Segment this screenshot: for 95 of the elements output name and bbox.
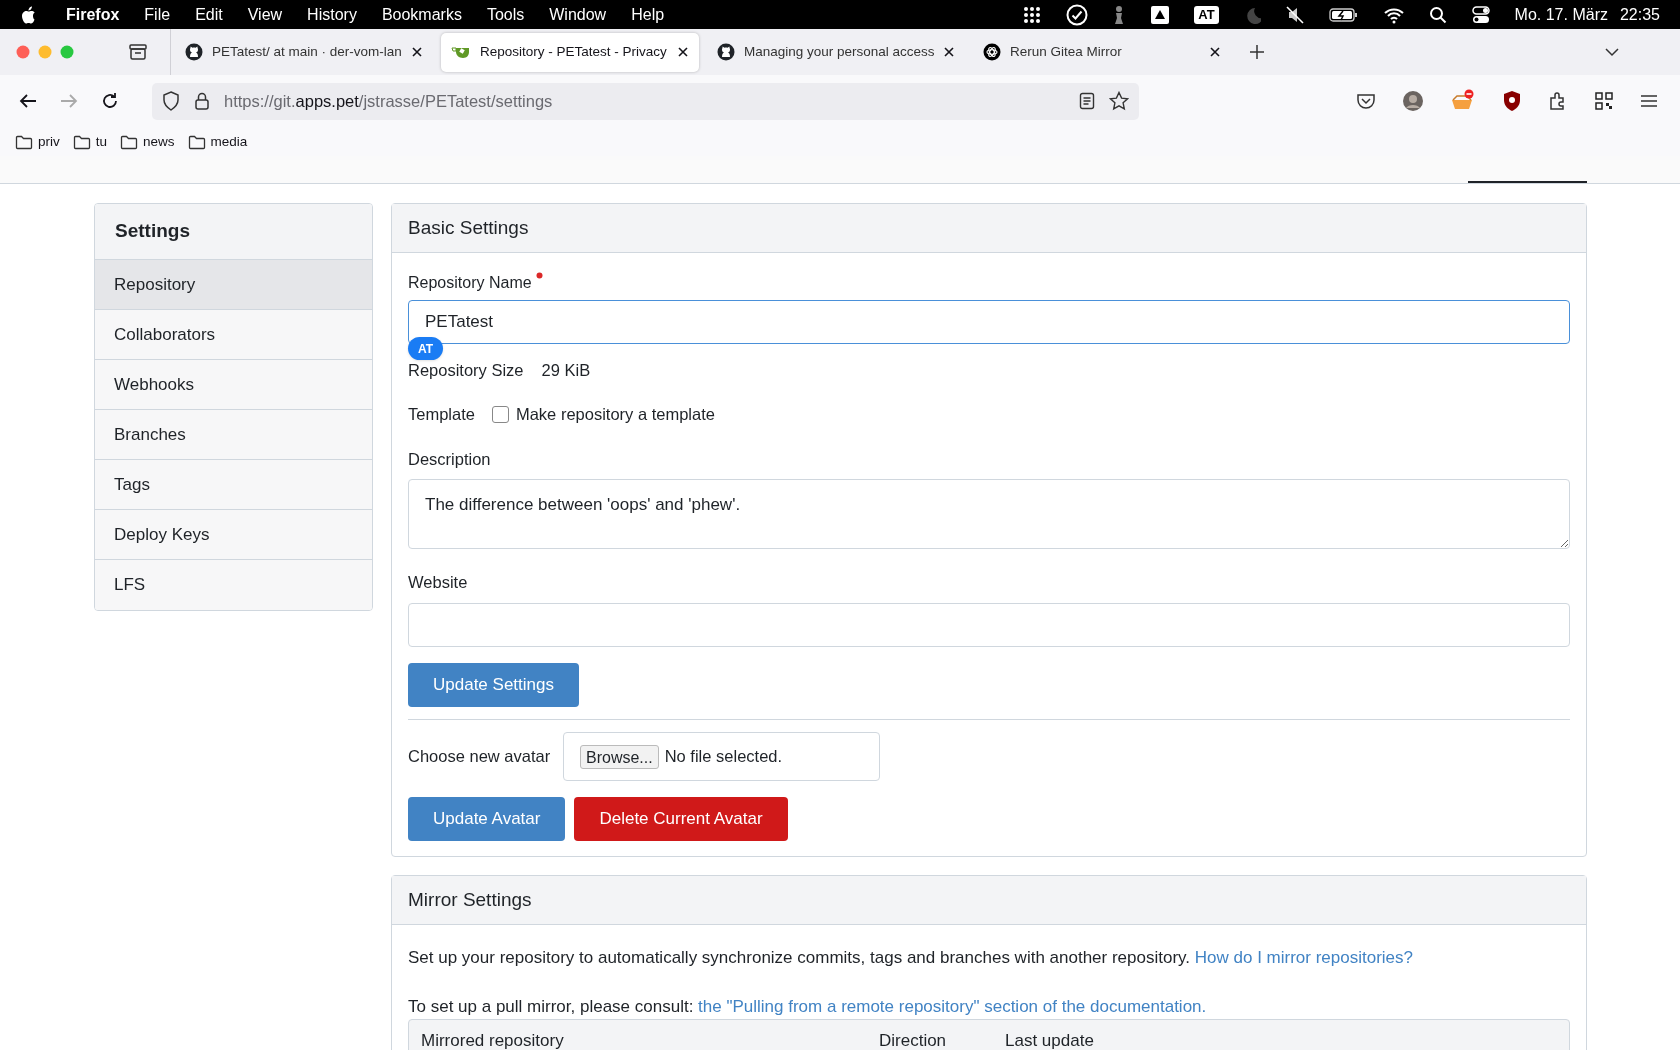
- file-status: No file selected.: [664, 746, 783, 768]
- intro-text: Set up your repository to automatically synchronize commits, tags and branches with another repository. How do I mirror repositories?: [408, 947, 1415, 969]
- tab-tray-icon[interactable]: [128, 42, 148, 62]
- folder-icon: [72, 134, 91, 151]
- field-label: Repository Size: [408, 360, 524, 381]
- sidebar-item[interactable]: Deploy Keys: [95, 510, 372, 560]
- website-field[interactable]: [408, 603, 1570, 647]
- shield-badge-icon[interactable]: [1502, 90, 1522, 112]
- card-title: Mirror Settings: [392, 876, 1586, 925]
- docs-link[interactable]: the "Pulling from a remote repository" section of the documentation.: [698, 996, 1207, 1016]
- toggles-icon[interactable]: [1470, 4, 1491, 25]
- browser-tab[interactable]: Rerun Gitea Mirror: [973, 32, 1231, 72]
- sidebar-title: Settings: [95, 204, 372, 260]
- qr-code-icon[interactable]: [1594, 91, 1614, 111]
- plus-icon[interactable]: [1249, 44, 1265, 60]
- reload-icon[interactable]: [100, 91, 120, 111]
- card-title: Basic Settings: [392, 204, 1586, 253]
- column-header: Mirrored repository: [421, 1030, 565, 1050]
- size-value: 29 KiB: [541, 360, 591, 381]
- sidebar-item[interactable]: Webhooks: [95, 360, 372, 410]
- browser-tab[interactable]: Managing your personal access: [707, 32, 965, 72]
- folder-icon: [15, 134, 33, 151]
- field-label: Repository Name: [408, 273, 532, 293]
- checkbox[interactable]: [491, 405, 509, 423]
- circle-logo-icon: [717, 43, 735, 61]
- instruction-text: To set up a pull mirror, please consult: the "Pulling from a remote repository" section of the documentation.: [408, 995, 1208, 1018]
- file-field[interactable]: Browse... No file selected.: [563, 732, 880, 781]
- folder-icon: [187, 134, 206, 151]
- check-circle-icon[interactable]: [1066, 3, 1089, 26]
- battery-icon[interactable]: [1328, 6, 1359, 23]
- url-text: https://git.apps.pet/jstrasse/PETatest/settings: [224, 90, 553, 112]
- field-label: Website: [408, 572, 469, 594]
- column-header: Direction: [879, 1030, 948, 1050]
- overlay-badge[interactable]: AT: [408, 337, 443, 360]
- browser-tab[interactable]: PETatest/ at main · der-vom-lan: [175, 32, 433, 72]
- update-settings-button[interactable]: Update Settings: [408, 663, 579, 707]
- close-icon[interactable]: [411, 46, 423, 58]
- search-icon[interactable]: [1428, 5, 1447, 24]
- knot-logo-icon: [983, 43, 1001, 61]
- menu-item[interactable]: Edit: [195, 2, 223, 27]
- tab-title: Repository - PETatest - Privacy: [480, 42, 668, 61]
- wifi-icon[interactable]: [1382, 5, 1405, 24]
- muted-speaker-icon[interactable]: [1284, 4, 1305, 25]
- tab-title: Managing your personal access: [744, 42, 934, 61]
- tab-title: Rerun Gitea Mirror: [1010, 42, 1123, 61]
- delete-avatar-button[interactable]: Delete Current Avatar: [574, 797, 788, 841]
- bookmark-folder[interactable]: news: [120, 132, 175, 153]
- description-field[interactable]: The difference between 'oops' and 'phew'.: [408, 479, 1570, 550]
- close-icon[interactable]: [1209, 46, 1221, 58]
- update-avatar-button[interactable]: Update Avatar: [408, 797, 566, 841]
- sidebar-item[interactable]: Branches: [95, 410, 372, 460]
- bookmark-folder[interactable]: media: [187, 132, 248, 153]
- bookmark-folder[interactable]: priv: [15, 132, 60, 153]
- bookmark-folder[interactable]: tu: [72, 132, 108, 153]
- lock-icon: [194, 91, 210, 111]
- star-icon[interactable]: [1109, 91, 1129, 111]
- sidebar-item[interactable]: Repository: [95, 260, 372, 310]
- column-header: Last update: [1005, 1030, 1094, 1050]
- sidebar-item[interactable]: Collaborators: [95, 310, 372, 360]
- sidebar-item[interactable]: Tags: [95, 460, 372, 510]
- field-label: Description: [408, 448, 492, 470]
- docs-link[interactable]: How do I mirror repositories?: [1194, 948, 1414, 967]
- shield-icon: [162, 91, 180, 111]
- avatar-icon[interactable]: [1402, 90, 1424, 112]
- window-control-icon[interactable]: [16, 45, 30, 59]
- date-text: Mo. 17. März: [1514, 4, 1608, 25]
- close-icon[interactable]: [677, 46, 689, 58]
- reader-view-icon[interactable]: [1079, 92, 1095, 110]
- field-label: Choose new avatar: [408, 746, 552, 768]
- close-icon[interactable]: [943, 46, 955, 58]
- browser-tab[interactable]: Repository - PETatest - Privacy: [441, 32, 699, 72]
- tab-title: PETatest/ at main · der-vom-lan: [212, 42, 402, 61]
- address-bar[interactable]: https://git.apps.pet/jstrasse/PETatest/settings: [152, 82, 1139, 120]
- menu-item[interactable]: Help: [631, 2, 665, 27]
- dots-grid-icon[interactable]: [1022, 4, 1043, 25]
- time-text: 22:35: [1619, 4, 1660, 25]
- browse-button[interactable]: Browse...: [580, 744, 659, 769]
- name-field[interactable]: PETatest: [408, 300, 1570, 344]
- menu-icon[interactable]: [1640, 93, 1658, 109]
- menu-item[interactable]: View: [247, 2, 283, 27]
- menu-item[interactable]: History: [307, 2, 357, 27]
- menu-item[interactable]: Tools: [486, 2, 525, 27]
- menu-item[interactable]: File: [144, 2, 171, 27]
- app-menu[interactable]: Firefox: [66, 2, 120, 27]
- circle-logo-icon: [185, 43, 203, 61]
- teacup-icon: [451, 44, 471, 60]
- apple-icon[interactable]: [20, 4, 38, 25]
- status-badge[interactable]: AT: [1194, 5, 1219, 24]
- sidebar-item[interactable]: LFS: [95, 560, 372, 610]
- checkbox-label[interactable]: Make repository a template: [515, 401, 715, 427]
- field-label: Template: [408, 403, 475, 425]
- menu-item[interactable]: Bookmarks: [381, 2, 462, 27]
- folder-icon: [120, 134, 139, 151]
- pocket-icon[interactable]: [1356, 91, 1376, 111]
- menu-item[interactable]: Window: [549, 2, 607, 27]
